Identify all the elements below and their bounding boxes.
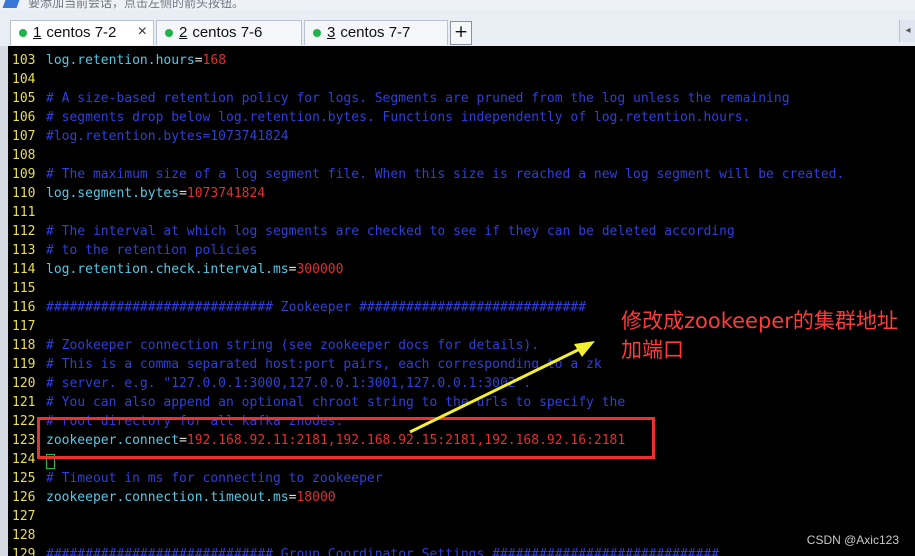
terminal-output[interactable]: 103 log.retention.hours=168 104 105 # A size… [8, 46, 915, 556]
terminal-line: 120 # server. e.g. "127.0.0.1:3000,127.0.… [12, 374, 531, 393]
terminal-line: 129 ############################# Group C… [12, 545, 719, 556]
annotation-note: 修改成zookeeper的集群地址加端口 [621, 309, 898, 362]
line-number: 110 [12, 186, 36, 201]
line-number: 121 [12, 395, 36, 410]
watermark: CSDN @Axic123 [806, 533, 899, 547]
config-key: log.retention.check.interval.ms [46, 262, 289, 277]
config-value: 300000 [296, 262, 344, 277]
terminal-line: 107 #log.retention.bytes=1073741824 [12, 127, 289, 146]
terminal-line: 108 [12, 146, 46, 165]
config-comment: # Timeout in ms for connecting to zookee… [46, 471, 383, 486]
tab-number: 2 [179, 24, 188, 41]
config-value: 1073741824 [186, 186, 266, 201]
line-number: 129 [12, 547, 36, 556]
top-hint-bar: 要添加当前会话，点击左侧的箭头按钮。 [0, 0, 915, 10]
terminal-line: 113 # to the retention policies [12, 241, 257, 260]
close-tab-icon[interactable]: × [138, 23, 147, 41]
config-comment: # You can also append an optional chroot… [46, 395, 626, 410]
config-comment: # segments drop below log.retention.byte… [46, 110, 751, 125]
terminal-line: 117 [12, 317, 46, 336]
config-equals: = [194, 53, 203, 68]
tab-centos-7-6[interactable]: 2 centos 7-6 [156, 20, 302, 45]
terminal-line: 109 # The maximum size of a log segment f… [12, 165, 844, 184]
config-comment: # This is a comma separated host:port pa… [46, 357, 602, 372]
line-number: 108 [12, 148, 36, 163]
config-equals: = [179, 186, 187, 201]
config-comment: #log.retention.bytes=1073741824 [46, 129, 289, 144]
terminal-line: 106 # segments drop below log.retention.b… [12, 108, 750, 127]
line-number: 109 [12, 167, 36, 182]
config-comment: # to the retention policies [46, 243, 258, 258]
hint-text: 要添加当前会话，点击左侧的箭头按钮。 [28, 0, 245, 10]
config-value: 18000 [296, 490, 336, 505]
config-key: log.retention.hours [46, 53, 195, 68]
terminal-line: 118 # Zookeeper connection string (see zo… [12, 336, 539, 355]
terminal-line: 103 log.retention.hours=168 [12, 51, 226, 70]
terminal-line: 125 # Timeout in ms for connecting to zoo… [12, 469, 383, 488]
connected-status-icon [19, 29, 27, 37]
terminal-line: 114 log.retention.check.interval.ms=30000… [12, 260, 343, 279]
config-comment: # server. e.g. "127.0.0.1:3000,127.0.0.1… [46, 376, 532, 391]
line-number: 103 [12, 53, 36, 68]
window-left-edge [0, 46, 8, 556]
terminal-line: 115 [12, 279, 46, 298]
line-number: 106 [12, 110, 36, 125]
tab-title: centos 7-7 [340, 24, 411, 41]
line-number: 114 [12, 262, 36, 277]
highlight-box [37, 417, 655, 459]
terminal-line: 127 [12, 507, 46, 526]
tab-centos-7-7[interactable]: 3 centos 7-7 [304, 20, 448, 45]
config-comment: # The maximum size of a log segment file… [46, 167, 845, 182]
terminal-line: 105 # A size-based retention policy for l… [12, 89, 790, 108]
config-key: zookeeper.connection.timeout.ms [46, 490, 289, 505]
config-comment: ############################# Group Coor… [46, 547, 720, 556]
tab-number: 1 [33, 24, 42, 41]
terminal-line: 104 [12, 70, 46, 89]
config-comment: # Zookeeper connection string (see zooke… [46, 338, 540, 353]
line-number: 104 [12, 72, 36, 87]
app-logo-icon [2, 0, 20, 8]
add-tab-button[interactable]: + [450, 21, 472, 45]
tab-title: centos 7-6 [192, 24, 263, 41]
tab-title: centos 7-2 [46, 24, 117, 41]
config-value: 168 [202, 53, 227, 68]
tab-number: 3 [327, 24, 336, 41]
terminal-line: 112 # The interval at which log segments … [12, 222, 735, 241]
terminal-line: 111 [12, 203, 46, 222]
terminal-line: 110 log.segment.bytes=1073741824 [12, 184, 265, 203]
line-number: 113 [12, 243, 36, 258]
line-number: 105 [12, 91, 36, 106]
line-number: 111 [12, 205, 36, 220]
terminal-line: 121 # You can also append an optional chr… [12, 393, 625, 412]
line-number: 125 [12, 471, 36, 486]
config-comment: # A size-based retention policy for logs… [46, 91, 790, 106]
line-number: 107 [12, 129, 36, 144]
line-number: 120 [12, 376, 36, 391]
line-number: 128 [12, 528, 36, 543]
connected-status-icon [165, 29, 173, 37]
line-number: 119 [12, 357, 36, 372]
config-comment: ############################# Zookeeper … [46, 300, 587, 315]
terminal-line: 128 [12, 526, 46, 545]
tab-scroll-left-icon[interactable]: ◂ [899, 20, 915, 42]
connected-status-icon [313, 29, 321, 37]
tab-centos-7-2[interactable]: 1 centos 7-2 × [10, 20, 154, 45]
terminal-line: 116 ############################# Zookeep… [12, 298, 586, 317]
terminal-line: 119 # This is a comma separated host:port… [12, 355, 602, 374]
line-number: 118 [12, 338, 36, 353]
terminal-line: 126 zookeeper.connection.timeout.ms=18000 [12, 488, 336, 507]
line-number: 126 [12, 490, 36, 505]
line-number: 116 [12, 300, 36, 315]
line-number: 117 [12, 319, 36, 334]
line-number: 127 [12, 509, 36, 524]
config-key: log.segment.bytes [46, 186, 180, 201]
line-number: 115 [12, 281, 36, 296]
config-comment: # The interval at which log segments are… [46, 224, 735, 239]
line-number: 112 [12, 224, 36, 239]
